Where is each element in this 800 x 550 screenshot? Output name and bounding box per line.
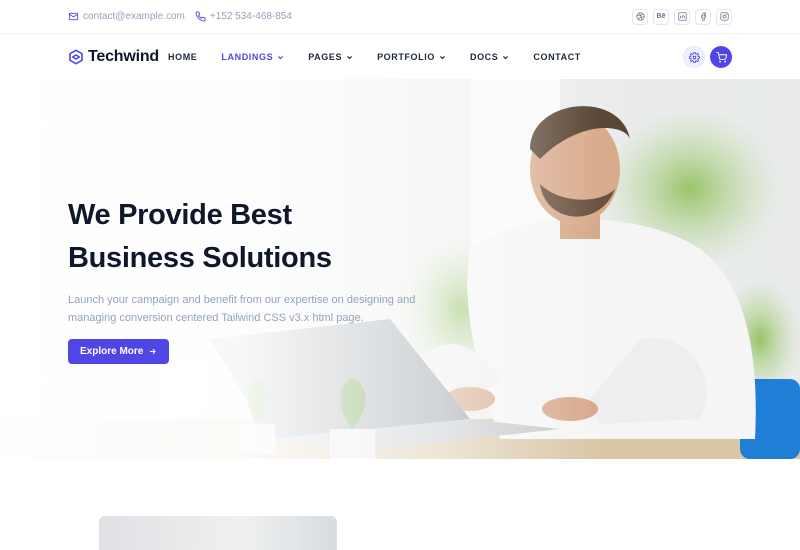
section-image-card <box>99 516 337 550</box>
cart-icon <box>715 51 727 63</box>
instagram-icon[interactable] <box>716 8 732 25</box>
cart-button[interactable] <box>710 46 732 68</box>
chevron-down-icon <box>278 55 284 59</box>
nav-item-home[interactable]: HOME <box>168 52 197 62</box>
nav-item-landings[interactable]: LANDINGS <box>221 52 284 62</box>
explore-more-button[interactable]: Explore More <box>68 339 170 364</box>
chevron-down-icon <box>347 55 353 59</box>
email-text: contact@example.com <box>83 11 185 22</box>
techwind-logo-icon <box>69 49 83 65</box>
brand-name: Techwind <box>88 48 159 65</box>
nav-menu: HOME LANDINGS PAGES PORTFOLIO DOCS CONTA… <box>168 52 605 62</box>
social-links: Bē <box>632 8 732 25</box>
dribbble-icon[interactable] <box>632 8 648 25</box>
nav-actions <box>683 46 732 68</box>
contact-info: contact@example.com +152 534-468-854 <box>68 11 292 22</box>
chevron-down-icon <box>439 55 445 59</box>
gear-icon <box>688 51 700 63</box>
chevron-down-icon <box>503 55 509 59</box>
hero-section: We Provide Best Business Solutions Launch… <box>0 79 800 459</box>
main-navbar: Techwind HOME LANDINGS PAGES PORTFOLIO D… <box>0 35 800 79</box>
email-link[interactable]: contact@example.com <box>68 11 185 22</box>
hero-description: Launch your campaign and benefit from ou… <box>68 294 416 324</box>
hero-title: We Provide Best Business Solutions <box>68 199 332 274</box>
mail-icon <box>68 12 79 21</box>
nav-item-portfolio[interactable]: PORTFOLIO <box>377 52 446 62</box>
phone-link[interactable]: +152 534-468-854 <box>195 11 292 22</box>
brand-logo[interactable]: Techwind <box>68 48 168 66</box>
linkedin-icon[interactable] <box>674 8 690 25</box>
facebook-icon[interactable] <box>695 8 711 25</box>
nav-item-pages[interactable]: PAGES <box>308 52 353 62</box>
phone-icon <box>195 11 206 22</box>
arrow-right-icon <box>150 348 157 355</box>
settings-button[interactable] <box>683 46 705 68</box>
topbar: contact@example.com +152 534-468-854 Bē <box>0 0 800 34</box>
nav-item-contact[interactable]: CONTACT <box>533 52 581 62</box>
phone-text: +152 534-468-854 <box>209 11 292 22</box>
behance-icon[interactable]: Bē <box>653 8 669 25</box>
nav-item-docs[interactable]: DOCS <box>470 52 509 62</box>
